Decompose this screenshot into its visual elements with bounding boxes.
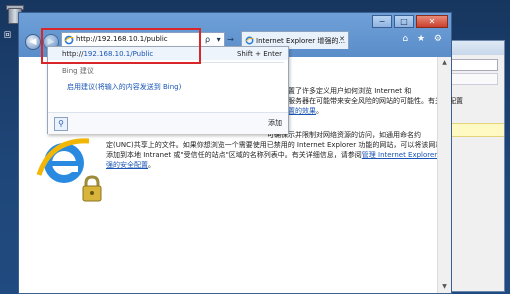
tab-title: Internet Explorer 增强的... bbox=[256, 37, 346, 45]
ie-tab-icon bbox=[245, 36, 254, 45]
text-line-3-end: 。 bbox=[316, 107, 323, 115]
search-icon[interactable]: ⚲ bbox=[54, 117, 68, 131]
vertical-scrollbar[interactable]: ▲ ▼ bbox=[437, 57, 451, 293]
lock-icon bbox=[82, 175, 102, 202]
suggestion-shortcut: Shift + Enter bbox=[236, 50, 282, 58]
minimize-button[interactable]: − bbox=[372, 15, 392, 28]
enable-bing-suggestions-link[interactable]: 启用建议(将输入的内容发送到 Bing) bbox=[67, 82, 181, 92]
dropdown-footer: ⚲ 添加 bbox=[48, 112, 288, 134]
close-button[interactable]: ✕ bbox=[416, 15, 448, 28]
back-button[interactable]: ◀ bbox=[25, 34, 41, 50]
red-annotation-box bbox=[41, 28, 201, 64]
text-line-6: 添加到本地 Intranet 或"受信任的站点"区域的名称列表中。有关详细信息，… bbox=[106, 151, 362, 159]
scroll-up-icon[interactable]: ▲ bbox=[438, 57, 451, 69]
manage-esc-link-continued[interactable]: 强的安全配置 bbox=[106, 161, 148, 169]
toolbar-home-favorites-settings-icons[interactable]: ⌂ ★ ⚙ bbox=[402, 34, 445, 44]
add-button[interactable]: 添加 bbox=[268, 118, 282, 128]
maximize-button[interactable]: □ bbox=[394, 15, 414, 28]
address-actions-icon[interactable]: ρ ▾ → bbox=[205, 35, 236, 44]
text-line-7-end: 。 bbox=[148, 161, 155, 169]
manage-esc-link[interactable]: 管理 Internet Explorer 增 bbox=[362, 151, 447, 159]
tab-close-icon[interactable]: ✕ bbox=[339, 35, 345, 43]
text-line-2: 以限制服务器在可能带来安全风险的网站的可能性。有关此配置 bbox=[267, 97, 463, 105]
scroll-down-icon[interactable]: ▼ bbox=[438, 281, 451, 293]
text-line-4: 可确保示并限制对网络资源的访问，如通用命名约 bbox=[267, 131, 421, 139]
text-line-5: 定(UNC)共享上的文件。如果你想浏览一个需要使用已禁用的 Internet E… bbox=[106, 141, 443, 149]
recycle-bin-label: 回 bbox=[4, 31, 11, 39]
bing-suggestions-heading: Bing 建议 bbox=[62, 67, 94, 75]
